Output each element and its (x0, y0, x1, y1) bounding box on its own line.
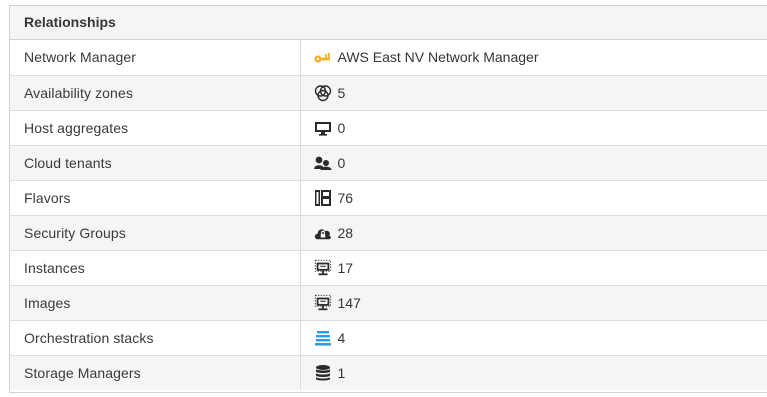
cloud-lock-icon (314, 224, 332, 242)
table-row[interactable]: Storage Managers 1 (10, 354, 767, 390)
relationships-panel: Relationships Network Manager AWS East N… (9, 5, 767, 393)
orchestration-stack-icon (314, 329, 332, 347)
flavor-icon (314, 189, 332, 207)
row-label: Host aggregates (10, 109, 301, 145)
row-value-cell[interactable]: 28 (300, 214, 767, 250)
key-icon (313, 48, 332, 66)
table-row[interactable]: Cloud tenants 0 (10, 144, 767, 180)
orchestration-stacks-count[interactable]: 4 (338, 330, 346, 346)
row-value-cell[interactable]: 17 (300, 249, 767, 285)
image-icon (314, 294, 332, 312)
host-aggregates-count: 0 (337, 119, 346, 136)
availability-zone-icon (314, 84, 332, 102)
availability-zones-count[interactable]: 5 (338, 85, 346, 101)
table-row[interactable]: Orchestration stacks 4 (10, 319, 767, 355)
row-label: Security Groups (10, 214, 301, 250)
flavors-count[interactable]: 76 (338, 190, 354, 206)
row-value-cell: 0 (300, 144, 767, 180)
table-row[interactable]: Images 147 (10, 284, 767, 320)
row-value-cell[interactable]: AWS East NV Network Manager (300, 40, 767, 75)
table-row[interactable]: Host aggregates 0 (10, 109, 767, 145)
row-value-cell[interactable]: 147 (300, 284, 767, 320)
row-label: Cloud tenants (10, 144, 301, 180)
row-label: Images (10, 284, 301, 320)
row-label: Availability zones (10, 74, 301, 110)
cloud-tenant-icon (313, 154, 332, 172)
database-icon (314, 364, 332, 382)
table-row[interactable]: Network Manager AWS East NV Network Mana… (10, 40, 767, 75)
instance-icon (314, 259, 332, 277)
row-value-cell[interactable]: 4 (300, 319, 767, 355)
panel-title: Relationships (10, 6, 767, 40)
relationships-table: Network Manager AWS East NV Network Mana… (10, 40, 767, 390)
instances-count[interactable]: 17 (338, 260, 354, 276)
monitor-icon (314, 119, 332, 137)
storage-managers-count[interactable]: 1 (338, 365, 346, 381)
row-value-cell[interactable]: 1 (300, 354, 767, 390)
table-row[interactable]: Flavors 76 (10, 179, 767, 215)
cloud-tenants-count: 0 (337, 154, 346, 171)
security-groups-count[interactable]: 28 (338, 225, 354, 241)
row-label: Instances (10, 249, 301, 285)
row-value-cell: 0 (300, 109, 767, 145)
row-label: Orchestration stacks (10, 319, 301, 355)
table-row[interactable]: Availability zones 5 (10, 74, 767, 110)
network-manager-link[interactable]: AWS East NV Network Manager (338, 49, 539, 65)
images-count[interactable]: 147 (338, 295, 361, 311)
row-label: Flavors (10, 179, 301, 215)
row-value-cell[interactable]: 76 (300, 179, 767, 215)
row-label: Network Manager (10, 40, 301, 75)
table-row[interactable]: Security Groups 28 (10, 214, 767, 250)
row-label: Storage Managers (10, 354, 301, 390)
table-row[interactable]: Instances 17 (10, 249, 767, 285)
row-value-cell[interactable]: 5 (300, 74, 767, 110)
